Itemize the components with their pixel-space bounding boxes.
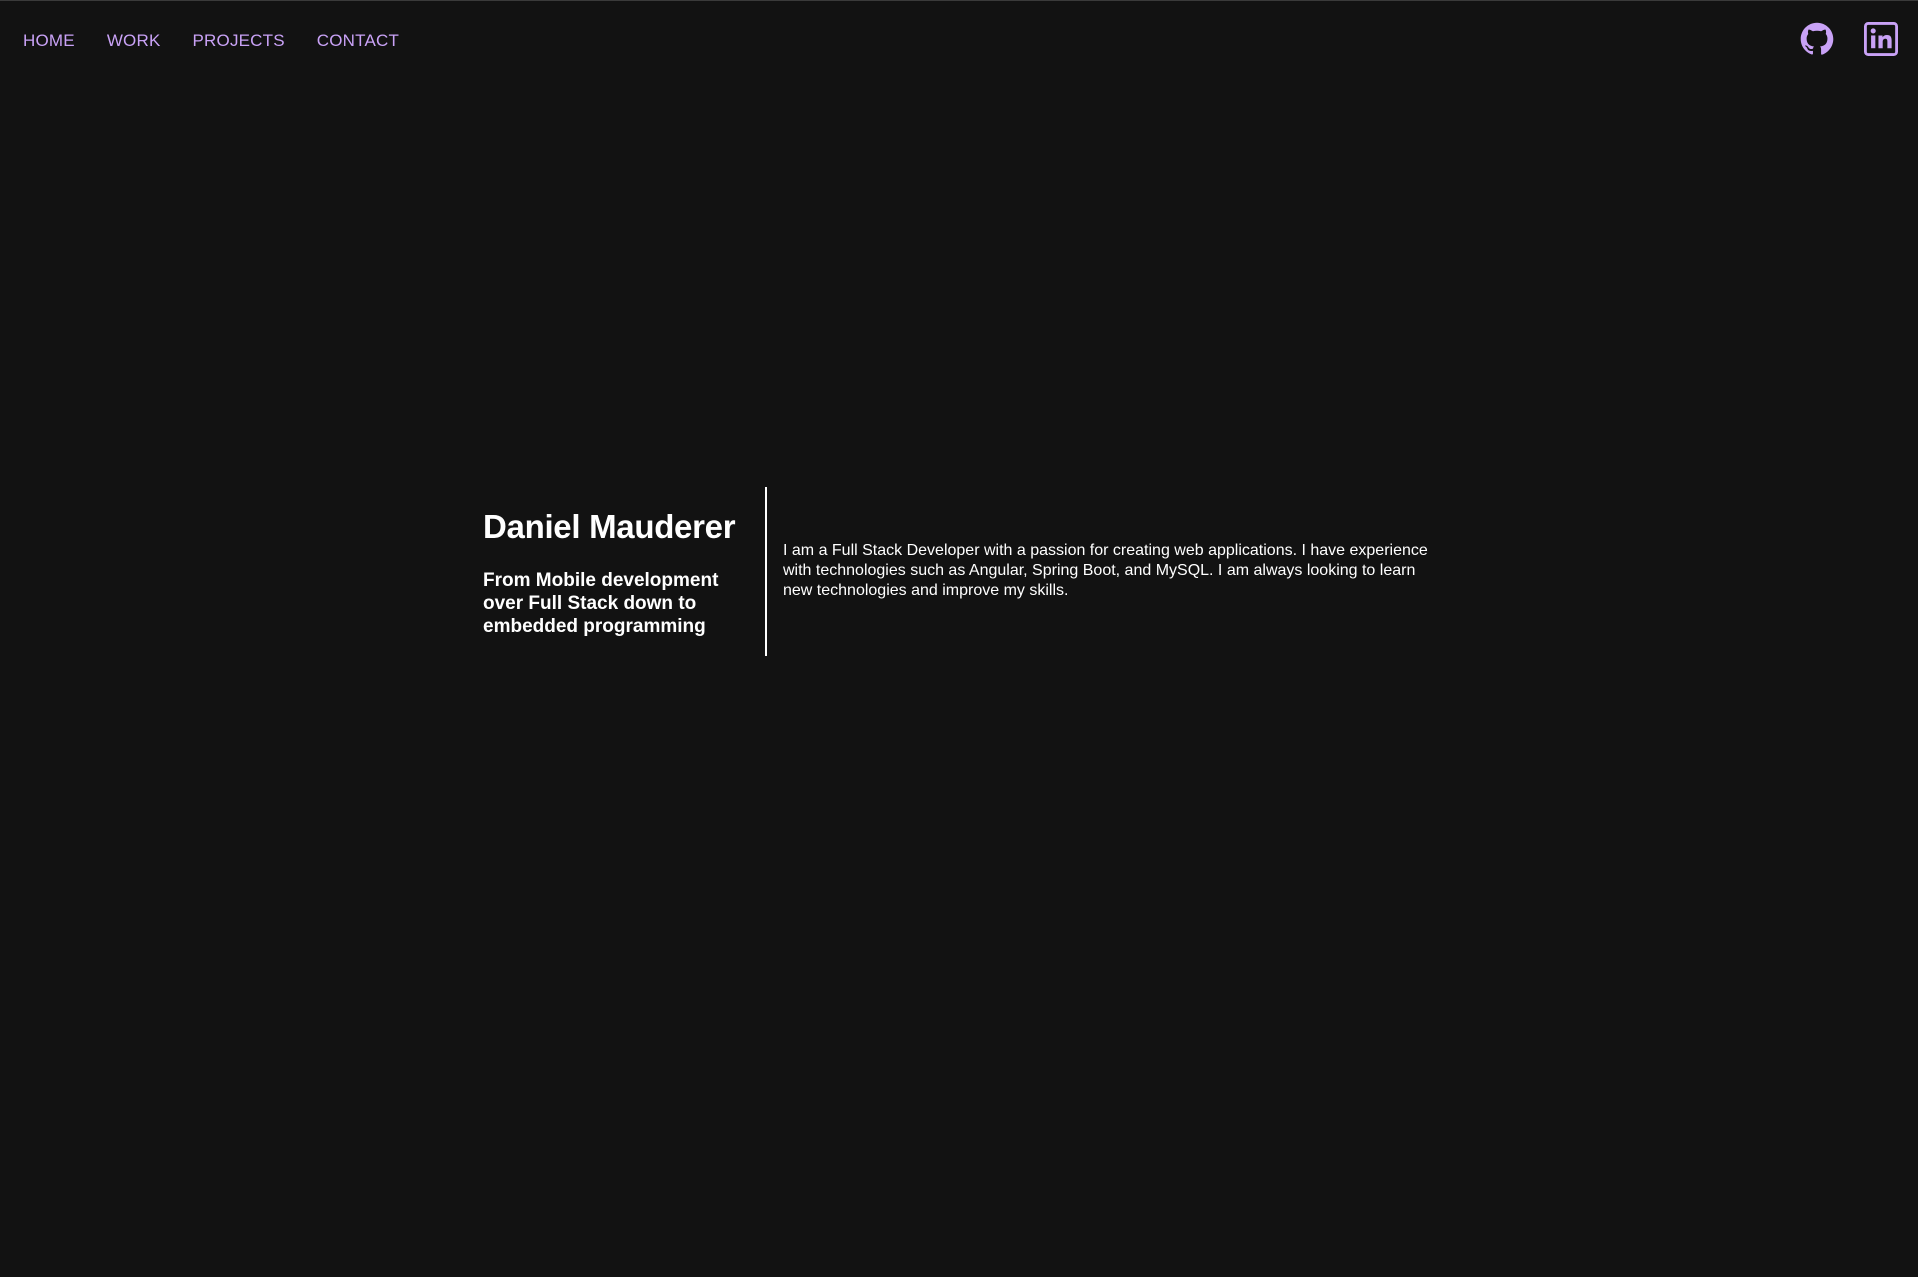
hero-bio: I am a Full Stack Developer with a passi… — [783, 542, 1428, 599]
nav-item-work[interactable]: WORK — [107, 30, 161, 52]
social-links — [1800, 22, 1898, 56]
nav-item-projects[interactable]: PROJECTS — [193, 30, 285, 52]
nav-item-contact[interactable]: CONTACT — [317, 30, 399, 52]
main-nav: HOME WORK PROJECTS CONTACT — [23, 30, 399, 52]
hero-name: Daniel Mauderer — [483, 508, 736, 545]
hero-intro: Daniel Mauderer From Mobile development … — [483, 507, 763, 638]
nav-item-home[interactable]: HOME — [23, 30, 75, 52]
hero-divider — [765, 487, 767, 656]
hero-section: Daniel Mauderer From Mobile development … — [0, 487, 1918, 656]
github-icon[interactable] — [1800, 22, 1834, 56]
top-border — [0, 0, 1918, 1]
linkedin-icon[interactable] — [1864, 22, 1898, 56]
hero-tagline: From Mobile development over Full Stack … — [483, 570, 719, 637]
